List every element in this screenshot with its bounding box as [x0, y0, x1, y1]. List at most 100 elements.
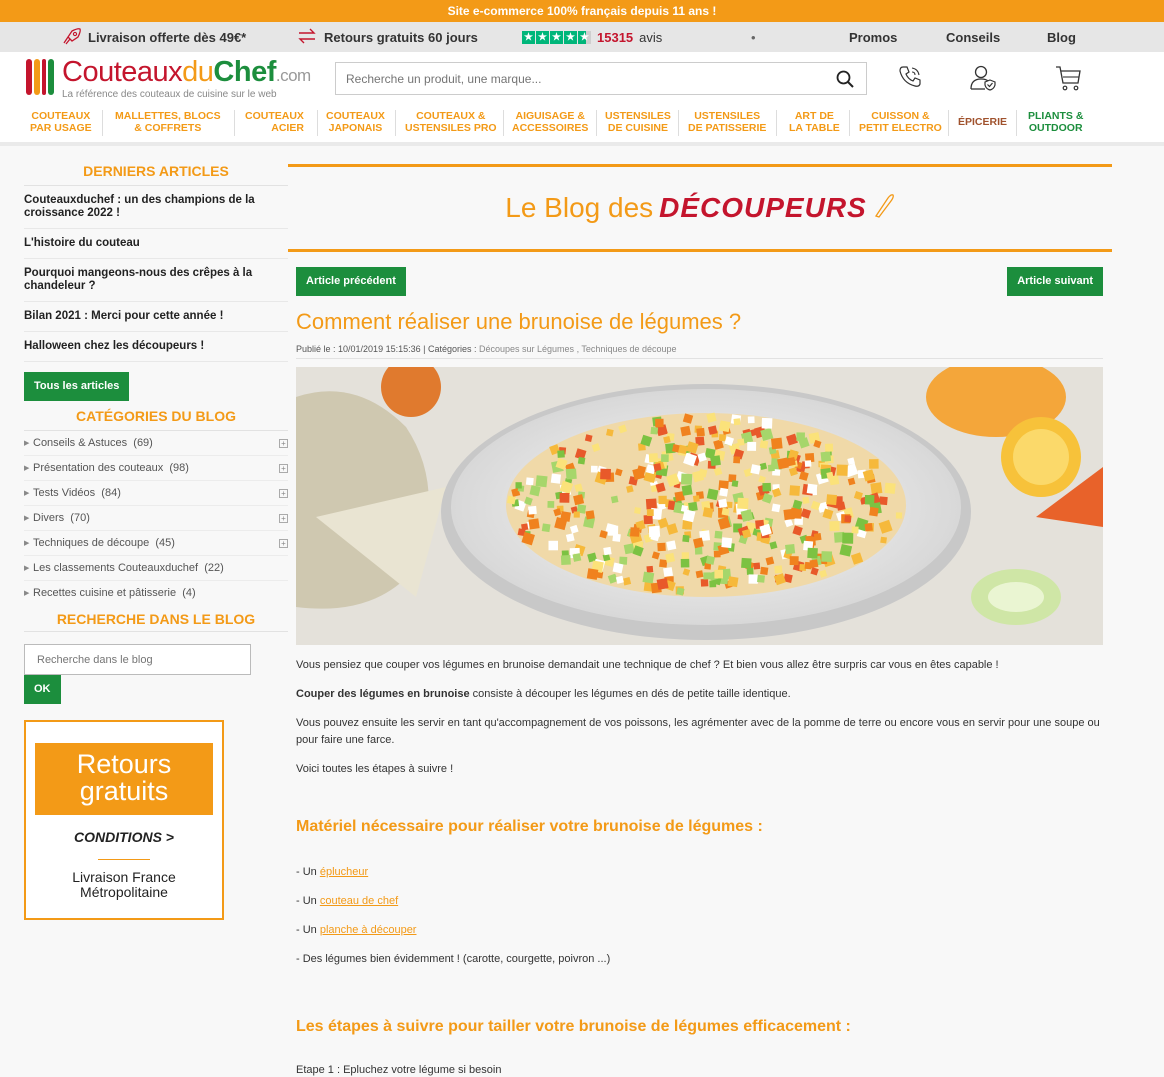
blog-search-ok-button[interactable]: OK [24, 675, 61, 704]
blog-search-input[interactable] [25, 645, 250, 674]
search-input[interactable] [336, 63, 816, 94]
caret-right-icon: ▶ [24, 540, 30, 547]
separator-dot: • [751, 29, 756, 45]
account-icon[interactable] [969, 64, 997, 95]
step-1: Etape 1 : Epluchez votre légume si besoi… [296, 1064, 502, 1076]
nav-pliants-outdoor[interactable]: PLIANTS & OUTDOOR [1028, 110, 1083, 134]
review-count: 15315 [597, 29, 634, 45]
expand-plus-icon[interactable]: + [279, 514, 288, 523]
banner-prefix: Le Blog des [505, 192, 654, 223]
material-item: - Des légumes bien évidemment ! (carotte… [296, 953, 611, 965]
returns-info[interactable]: Retours gratuits 60 jours [296, 22, 478, 52]
promo-headline: Retours gratuits [35, 743, 213, 815]
material-item: - Un éplucheur [296, 866, 369, 878]
banner-decoupeurs: DÉCOUPEURS [659, 192, 867, 223]
nav-couteaux-japonais[interactable]: COUTEAUX JAPONAIS [326, 110, 385, 134]
steps-heading: Les étapes à suivre pour tailler votre b… [296, 1018, 851, 1035]
category-item[interactable]: ▶ Conseils & Astuces (69) + [24, 431, 288, 456]
delivery-text: Livraison offerte dès 49€* [88, 29, 247, 45]
serving-paragraph: Vous pouvez ensuite les servir en tant q… [296, 717, 1100, 746]
blog-search-title: RECHERCHE DANS LE BLOG [24, 606, 288, 632]
intro-paragraph: Vous pensiez que couper vos légumes en b… [296, 659, 999, 671]
product-search [335, 62, 867, 95]
blog-categories-title: CATÉGORIES DU BLOG [24, 401, 288, 431]
nav-epicerie[interactable]: ÉPICERIE [958, 116, 1007, 128]
phone-icon[interactable] [897, 64, 923, 93]
category-item[interactable]: ▶ Techniques de découpe (45) + [24, 531, 288, 556]
conseils-link[interactable]: Conseils [946, 22, 1000, 52]
expand-plus-icon[interactable]: + [279, 489, 288, 498]
blog-link[interactable]: Blog [1047, 22, 1076, 52]
blog-article: Le Blog des DÉCOUPEURS Article précédent… [288, 152, 1112, 1077]
expand-plus-icon[interactable]: + [279, 464, 288, 473]
material-item: - Un planche à découper [296, 924, 417, 936]
promo-delivery-text: Livraison France Métropolitaine [72, 869, 176, 900]
knife-icon [873, 192, 895, 225]
swap-arrows-icon [296, 26, 318, 49]
blog-sidebar: DERNIERS ARTICLES Couteauxduchef : un de… [24, 152, 288, 920]
review-label: avis [639, 29, 663, 45]
category-item[interactable]: ▶ Divers (70) + [24, 506, 288, 531]
sidebar-article-link[interactable]: Halloween chez les découpeurs ! [24, 332, 288, 362]
article-hero-image [296, 367, 1103, 645]
planche-decouper-link[interactable]: planche à découper [320, 924, 417, 936]
promo-divider [98, 859, 150, 860]
couteau-chef-link[interactable]: couteau de chef [320, 895, 398, 907]
knife-logo-icon [26, 59, 54, 95]
trustpilot-rating[interactable]: ★ ★ ★ ★ ★ 15315 avis [522, 22, 662, 52]
nav-ustensiles-patisserie[interactable]: USTENSILES DE PATISSERIE [688, 110, 766, 134]
category-item[interactable]: ▶ Recettes cuisine et pâtisserie (4) [24, 581, 288, 606]
cart-icon[interactable] [1054, 64, 1082, 95]
expand-plus-icon[interactable]: + [279, 539, 288, 548]
nav-couteaux-acier[interactable]: COUTEAUX ACIER [245, 110, 304, 134]
logo-wordmark: CouteauxduChef.com [62, 56, 311, 88]
category-link[interactable]: Techniques de découpe [581, 344, 676, 354]
next-article-button[interactable]: Article suivant [1007, 267, 1103, 296]
caret-right-icon: ▶ [24, 590, 30, 597]
trustpilot-stars-icon: ★ ★ ★ ★ ★ [522, 30, 591, 44]
site-logo[interactable]: CouteauxduChef.com La référence des cout… [26, 57, 311, 100]
site-header: CouteauxduChef.com La référence des cout… [0, 52, 1164, 104]
nav-ustensiles-cuisine[interactable]: USTENSILES DE CUISINE [605, 110, 671, 134]
caret-right-icon: ▶ [24, 440, 30, 447]
caret-right-icon: ▶ [24, 465, 30, 472]
sidebar-article-link[interactable]: Couteauxduchef : un des champions de la … [24, 186, 288, 229]
all-articles-button[interactable]: Tous les articles [24, 372, 130, 401]
eplucheur-link[interactable]: éplucheur [320, 866, 368, 878]
material-item: - Un couteau de chef [296, 895, 399, 907]
nav-art-de-la-table[interactable]: ART DE LA TABLE [789, 110, 840, 134]
sidebar-article-link[interactable]: Pourquoi mangeons-nous des crêpes à la c… [24, 259, 288, 302]
promos-link[interactable]: Promos [849, 22, 897, 52]
announcement-bar: Site e-commerce 100% français depuis 11 … [0, 0, 1164, 22]
logo-tagline: La référence des couteaux de cuisine sur… [62, 89, 277, 100]
category-item[interactable]: ▶ Les classements Couteauxduchef (22) [24, 556, 288, 581]
sidebar-article-link[interactable]: L'histoire du couteau [24, 229, 288, 259]
article-navigation: Article précédent Article suivant [288, 267, 1112, 297]
nav-couteaux-usage[interactable]: COUTEAUX PAR USAGE [30, 110, 92, 134]
steps-intro-paragraph: Voici toutes les étapes à suivre ! [296, 763, 454, 775]
sidebar-article-link[interactable]: Bilan 2021 : Merci pour cette année ! [24, 302, 288, 332]
info-bar: Livraison offerte dès 49€* Retours gratu… [0, 22, 1164, 52]
nav-aiguisage[interactable]: AIGUISAGE & ACCESSOIRES [512, 110, 588, 134]
category-link[interactable]: Découpes sur Légumes [479, 344, 574, 354]
material-heading: Matériel nécessaire pour réaliser votre … [296, 818, 763, 835]
blog-banner: Le Blog des DÉCOUPEURS [288, 167, 1112, 249]
banner-rule-bottom [288, 249, 1112, 252]
article-title: Comment réaliser une brunoise de légumes… [296, 309, 742, 334]
nav-mallettes[interactable]: MALLETTES, BLOCS & COFFRETS [115, 110, 221, 134]
delivery-info[interactable]: Livraison offerte dès 49€* [60, 22, 246, 52]
category-nav: COUTEAUX PAR USAGE MALLETTES, BLOCS & COFF… [0, 104, 1164, 146]
nav-cuisson[interactable]: CUISSON & PETIT ELECTRO [859, 110, 942, 134]
definition-paragraph: Couper des légumes en brunoise consiste … [296, 688, 791, 700]
category-item[interactable]: ▶ Tests Vidéos (84) + [24, 481, 288, 506]
previous-article-button[interactable]: Article précédent [296, 267, 406, 296]
search-icon[interactable] [836, 70, 854, 91]
category-item[interactable]: ▶ Présentation des couteaux (98) + [24, 456, 288, 481]
nav-ustensiles-pro[interactable]: COUTEAUX & USTENSILES PRO [405, 110, 497, 134]
caret-right-icon: ▶ [24, 490, 30, 497]
returns-text: Retours gratuits 60 jours [324, 29, 478, 45]
expand-plus-icon[interactable]: + [279, 439, 288, 448]
promo-conditions-link[interactable]: CONDITIONS > [35, 829, 213, 845]
free-returns-promo[interactable]: Retours gratuits CONDITIONS > Livraison … [24, 720, 224, 920]
blog-search-box [24, 644, 251, 675]
